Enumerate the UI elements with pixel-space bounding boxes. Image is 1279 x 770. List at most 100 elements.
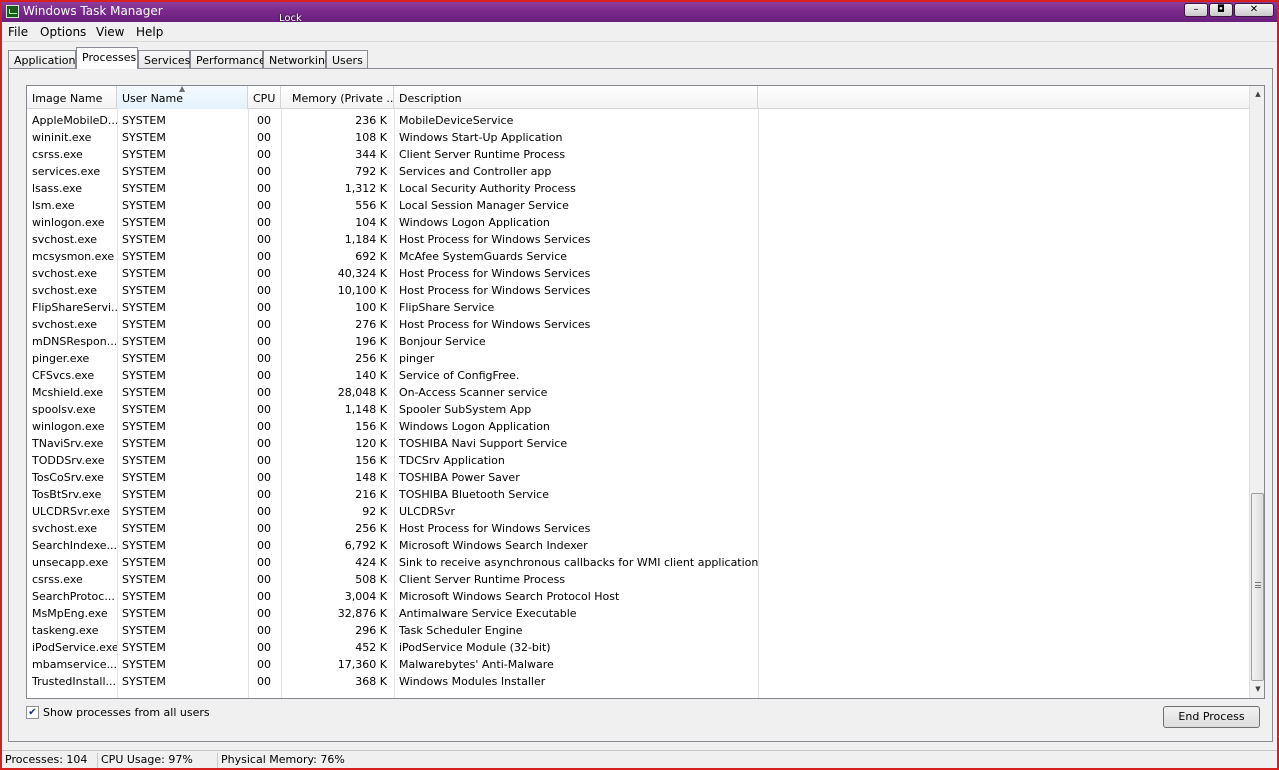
process-image-name: FlipShareServi... xyxy=(32,301,117,314)
table-row[interactable]: unsecapp.exe SYSTEM 00 424 K Sink to receive… xyxy=(27,554,1249,571)
process-user-name: SYSTEM xyxy=(122,641,166,654)
table-row[interactable]: svchost.exe SYSTEM 00 10,100 K Host Process … xyxy=(27,282,1249,299)
process-image-name: winlogon.exe xyxy=(32,216,105,229)
process-description: Windows Logon Application xyxy=(399,420,550,433)
process-image-name: svchost.exe xyxy=(32,233,98,246)
process-image-name: svchost.exe xyxy=(32,318,98,331)
vertical-scrollbar[interactable]: ▲ ▼ xyxy=(1249,86,1264,698)
table-row[interactable]: AppleMobileD... SYSTEM 00 236 K MobileDevice… xyxy=(27,112,1249,129)
grip-icon xyxy=(1255,582,1261,588)
table-row[interactable]: TosCoSrv.exe SYSTEM 00 148 K TOSHIBA Power S… xyxy=(27,469,1249,486)
table-row[interactable]: TODDSrv.exe SYSTEM 00 156 K TDCSrv Applicati… xyxy=(27,452,1249,469)
table-row[interactable]: spoolsv.exe SYSTEM 00 1,148 K Spooler SubSys… xyxy=(27,401,1249,418)
table-row[interactable]: wininit.exe SYSTEM 00 108 K Windows Start-Up… xyxy=(27,129,1249,146)
process-memory: 156 K xyxy=(355,454,387,467)
table-row[interactable]: SearchIndexe... SYSTEM 00 6,792 K Microsoft … xyxy=(27,537,1249,554)
process-cpu: 00 xyxy=(257,658,271,671)
table-row[interactable]: lsass.exe SYSTEM 00 1,312 K Local Security A… xyxy=(27,180,1249,197)
tab-applications[interactable]: Applications xyxy=(8,50,81,69)
table-row[interactable]: MsMpEng.exe SYSTEM 00 32,876 K Antimalware S… xyxy=(27,605,1249,622)
table-row[interactable]: TNaviSrv.exe SYSTEM 00 120 K TOSHIBA Navi Su… xyxy=(27,435,1249,452)
menu-file[interactable]: File xyxy=(8,25,28,39)
process-description: Windows Logon Application xyxy=(399,216,550,229)
menu-view[interactable]: View xyxy=(96,25,124,39)
show-all-users-option[interactable]: ✔ Show processes from all users xyxy=(26,706,210,719)
column-user-name[interactable]: User Name ▲ xyxy=(117,86,248,109)
end-process-button[interactable]: End Process xyxy=(1163,706,1260,728)
table-row[interactable]: mcsysmon.exe SYSTEM 00 692 K McAfee SystemGu… xyxy=(27,248,1249,265)
process-cpu: 00 xyxy=(257,318,271,331)
sort-arrow-icon: ▲ xyxy=(179,86,186,93)
table-row[interactable]: svchost.exe SYSTEM 00 256 K Host Process for… xyxy=(27,520,1249,537)
process-image-name: MsMpEng.exe xyxy=(32,607,108,620)
table-row[interactable]: Mcshield.exe SYSTEM 00 28,048 K On-Access Sc… xyxy=(27,384,1249,401)
table-row[interactable]: pinger.exe SYSTEM 00 256 K pinger xyxy=(27,350,1249,367)
process-user-name: SYSTEM xyxy=(122,301,166,314)
table-row[interactable]: ULCDRSvr.exe SYSTEM 00 92 K ULCDRSvr xyxy=(27,503,1249,520)
process-cpu: 00 xyxy=(257,556,271,569)
process-cpu: 00 xyxy=(257,437,271,450)
table-row[interactable]: SearchProtoc... SYSTEM 00 3,004 K Microsoft … xyxy=(27,588,1249,605)
table-row[interactable]: TosBtSrv.exe SYSTEM 00 216 K TOSHIBA Bluetoo… xyxy=(27,486,1249,503)
process-user-name: SYSTEM xyxy=(122,318,166,331)
restore-button[interactable]: ◘ xyxy=(1209,3,1233,17)
process-memory: 296 K xyxy=(355,624,387,637)
table-row[interactable]: iPodService.exe SYSTEM 00 452 K iPodService … xyxy=(27,639,1249,656)
scroll-down-icon[interactable]: ▼ xyxy=(1250,681,1264,698)
tab-users[interactable]: Users xyxy=(326,50,368,69)
process-memory: 28,048 K xyxy=(337,386,387,399)
table-row[interactable]: csrss.exe SYSTEM 00 508 K Client Server Runt… xyxy=(27,571,1249,588)
tab-networking[interactable]: Networking xyxy=(263,50,332,69)
tab-performance[interactable]: Performance xyxy=(190,50,266,69)
table-row[interactable]: mDNSRespon... SYSTEM 00 196 K Bonjour Servic… xyxy=(27,333,1249,350)
process-list[interactable]: Image Name User Name ▲ CPU Memory (Priva… xyxy=(26,85,1265,699)
tab-processes[interactable]: Processes xyxy=(76,47,138,69)
table-row[interactable]: taskeng.exe SYSTEM 00 296 K Task Scheduler E… xyxy=(27,622,1249,639)
table-row[interactable]: winlogon.exe SYSTEM 00 104 K Windows Logon A… xyxy=(27,214,1249,231)
column-image-name[interactable]: Image Name xyxy=(27,86,117,109)
processes-panel: Image Name User Name ▲ CPU Memory (Priva… xyxy=(8,68,1273,742)
table-row[interactable]: FlipShareServi... SYSTEM 00 100 K FlipShare … xyxy=(27,299,1249,316)
scroll-up-icon[interactable]: ▲ xyxy=(1250,86,1264,103)
table-row[interactable]: services.exe SYSTEM 00 792 K Services and Co… xyxy=(27,163,1249,180)
process-image-name: taskeng.exe xyxy=(32,624,99,637)
menu-options[interactable]: Options xyxy=(40,25,86,39)
process-cpu: 00 xyxy=(257,573,271,586)
process-image-name: TODDSrv.exe xyxy=(32,454,105,467)
column-cpu[interactable]: CPU xyxy=(248,86,281,109)
process-description: Client Server Runtime Process xyxy=(399,148,566,161)
title-bar[interactable]: Windows Task Manager Lock – ◘ ✕ xyxy=(2,2,1277,24)
process-cpu: 00 xyxy=(257,352,271,365)
process-memory: 3,004 K xyxy=(344,590,387,603)
table-row[interactable]: winlogon.exe SYSTEM 00 156 K Windows Logon A… xyxy=(27,418,1249,435)
tab-services[interactable]: Services xyxy=(138,50,190,69)
process-memory: 120 K xyxy=(355,437,387,450)
table-row[interactable]: CFSvcs.exe SYSTEM 00 140 K Service of Config… xyxy=(27,367,1249,384)
table-row[interactable]: svchost.exe SYSTEM 00 40,324 K Host Process … xyxy=(27,265,1249,282)
table-row[interactable]: TrustedInstall... SYSTEM 00 368 K Windows Mo… xyxy=(27,673,1249,690)
table-row[interactable]: lsm.exe SYSTEM 00 556 K Local Session Manage… xyxy=(27,197,1249,214)
process-image-name: csrss.exe xyxy=(32,148,83,161)
process-description: Microsoft Windows Search Protocol Host xyxy=(399,590,620,603)
process-memory: 1,312 K xyxy=(344,182,387,195)
minimize-button[interactable]: – xyxy=(1184,3,1208,17)
column-memory[interactable]: Memory (Private ... xyxy=(281,86,394,109)
table-row[interactable]: svchost.exe SYSTEM 00 1,184 K Host Process f… xyxy=(27,231,1249,248)
process-image-name: winlogon.exe xyxy=(32,420,105,433)
close-button[interactable]: ✕ xyxy=(1234,3,1274,17)
process-memory: 276 K xyxy=(355,318,387,331)
table-row[interactable]: mbamservice.... SYSTEM 00 17,360 K Malwareby… xyxy=(27,656,1249,673)
process-description: Malwarebytes' Anti-Malware xyxy=(399,658,554,671)
menu-bar: File Options View Help xyxy=(2,22,1277,42)
process-user-name: SYSTEM xyxy=(122,675,166,688)
scrollbar-thumb[interactable] xyxy=(1251,493,1264,681)
process-cpu: 00 xyxy=(257,131,271,144)
table-row[interactable]: csrss.exe SYSTEM 00 344 K Client Server Runt… xyxy=(27,146,1249,163)
column-description[interactable]: Description xyxy=(394,86,758,109)
show-all-users-checkbox[interactable]: ✔ xyxy=(26,706,39,719)
table-row[interactable]: svchost.exe SYSTEM 00 276 K Host Process for… xyxy=(27,316,1249,333)
menu-help[interactable]: Help xyxy=(136,25,163,39)
process-memory: 236 K xyxy=(355,114,387,127)
process-cpu: 00 xyxy=(257,369,271,382)
process-image-name: SearchProtoc... xyxy=(32,590,115,603)
